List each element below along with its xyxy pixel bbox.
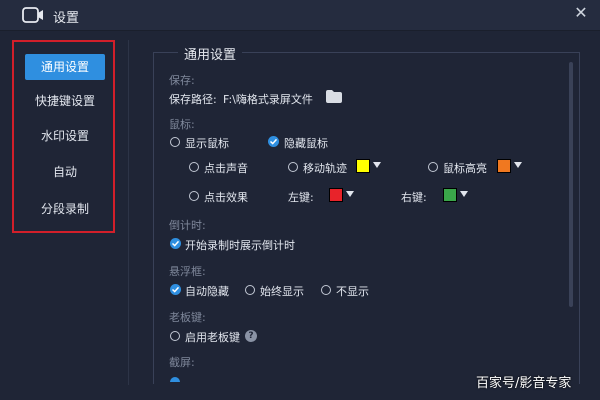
close-icon[interactable]: ✕ xyxy=(572,4,590,22)
click-effect-radio[interactable] xyxy=(189,191,199,201)
sidebar-item-hotkeys[interactable]: 快捷键设置 xyxy=(25,88,105,114)
save-path-value: F:\嗨格式录屏文件 xyxy=(223,93,313,106)
move-track-label: 移动轨迹 xyxy=(303,162,347,175)
chevron-down-icon xyxy=(514,162,522,168)
show-cursor-label: 显示鼠标 xyxy=(185,137,229,150)
cursor-highlight-label: 鼠标高亮 xyxy=(443,162,487,175)
help-icon[interactable]: ? xyxy=(245,330,257,342)
no-show-radio[interactable] xyxy=(321,285,331,295)
right-key-color-picker[interactable] xyxy=(443,188,473,202)
right-key-label: 右键: xyxy=(401,191,427,204)
hide-cursor-label: 隐藏鼠标 xyxy=(284,137,328,150)
right-key-color-swatch xyxy=(443,188,457,202)
float-section-label: 悬浮框: xyxy=(169,265,206,278)
sidebar-item-general[interactable]: 通用设置 xyxy=(25,54,105,80)
move-track-radio[interactable] xyxy=(288,162,298,172)
folder-icon[interactable] xyxy=(326,90,342,103)
click-sound-label: 点击声音 xyxy=(204,162,248,175)
panel-title: 通用设置 xyxy=(178,44,243,63)
countdown-option-label: 开始录制时展示倒计时 xyxy=(185,239,295,252)
boss-key-radio[interactable] xyxy=(170,331,180,341)
sidebar-item-auto[interactable]: 自动 xyxy=(25,159,105,185)
hide-cursor-check[interactable] xyxy=(268,136,279,147)
boss-key-label: 启用老板键 xyxy=(185,331,240,344)
left-key-color-picker[interactable] xyxy=(329,188,359,202)
sidebar-item-watermark[interactable]: 水印设置 xyxy=(25,123,105,149)
chevron-down-icon xyxy=(373,162,381,168)
move-track-color-picker[interactable] xyxy=(356,159,386,173)
window-title: 设置 xyxy=(53,11,80,26)
left-key-color-swatch xyxy=(329,188,343,202)
no-show-label: 不显示 xyxy=(336,285,369,298)
scrollbar[interactable] xyxy=(569,62,573,307)
left-key-label: 左键: xyxy=(288,191,314,204)
click-effect-label: 点击效果 xyxy=(204,191,248,204)
chevron-down-icon xyxy=(460,191,468,197)
watermark-text: 百家号/影音专家 xyxy=(476,376,572,391)
countdown-check[interactable] xyxy=(170,238,181,249)
mouse-section-label: 鼠标: xyxy=(169,118,195,131)
countdown-section-label: 倒计时: xyxy=(169,219,206,232)
save-section-label: 保存: xyxy=(169,74,195,87)
auto-hide-label: 自动隐藏 xyxy=(185,285,229,298)
cursor-highlight-color-picker[interactable] xyxy=(497,159,527,173)
video-camera-icon xyxy=(22,7,43,23)
auto-hide-check[interactable] xyxy=(170,284,181,295)
cursor-highlight-color-swatch xyxy=(497,159,511,173)
screenshot-section-label: 截屏: xyxy=(169,356,195,369)
title-bar: 设置 ✕ xyxy=(0,0,600,31)
sidebar-divider xyxy=(128,40,129,385)
always-show-label: 始终显示 xyxy=(260,285,304,298)
sidebar-item-segment-recording[interactable]: 分段录制 xyxy=(25,196,105,222)
screenshot-options-partial xyxy=(170,376,280,382)
always-show-radio[interactable] xyxy=(245,285,255,295)
show-cursor-radio[interactable] xyxy=(170,137,180,147)
move-track-color-swatch xyxy=(356,159,370,173)
cursor-highlight-radio[interactable] xyxy=(428,162,438,172)
boss-key-section-label: 老板键: xyxy=(169,311,206,324)
chevron-down-icon xyxy=(346,191,354,197)
save-path-label: 保存路径: xyxy=(169,93,217,106)
click-sound-radio[interactable] xyxy=(189,162,199,172)
